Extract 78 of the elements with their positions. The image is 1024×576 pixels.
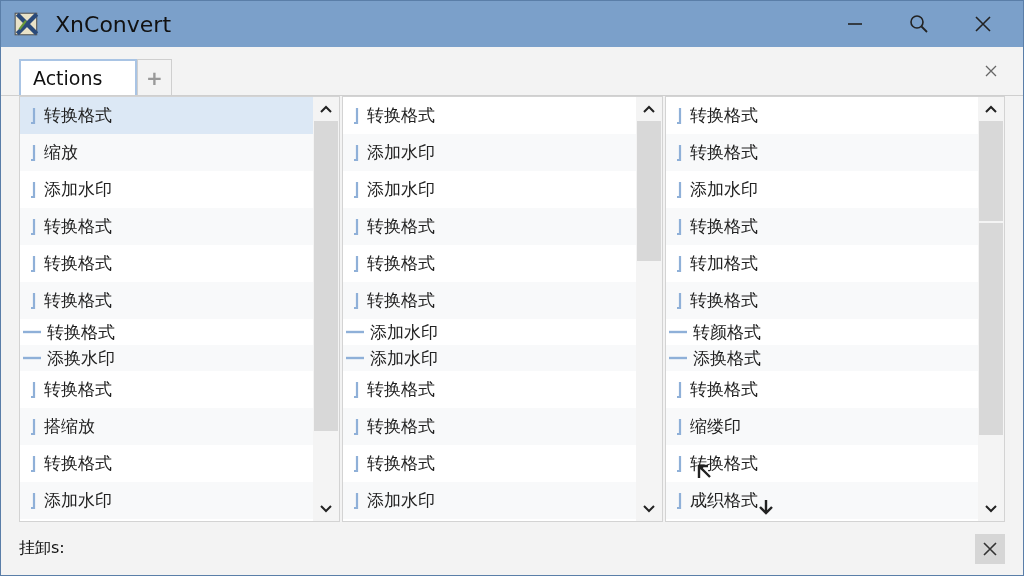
tab[interactable]: Actions bbox=[19, 59, 137, 95]
dash-icon bbox=[23, 330, 41, 334]
bar-icon bbox=[30, 291, 38, 310]
bar-icon bbox=[352, 454, 361, 473]
bar-icon bbox=[352, 291, 361, 310]
bar-icon bbox=[675, 254, 684, 273]
scroll-thumb[interactable] bbox=[979, 121, 1003, 221]
scroll-thumb[interactable] bbox=[979, 223, 1003, 435]
scroll-up-icon[interactable] bbox=[985, 105, 997, 113]
scroll-thumb[interactable] bbox=[313, 121, 338, 431]
down-arrow-icon bbox=[757, 499, 774, 515]
list-item[interactable]: 成织格式 bbox=[665, 482, 978, 519]
bar-icon bbox=[352, 217, 361, 236]
list-item[interactable]: 添换格式 bbox=[665, 345, 978, 371]
close-button[interactable] bbox=[975, 533, 1005, 564]
bar-icon bbox=[352, 491, 361, 510]
list-item[interactable]: 转换格式 bbox=[665, 282, 978, 319]
scrollbar[interactable] bbox=[635, 97, 662, 521]
close-icon[interactable] bbox=[973, 14, 993, 34]
bar-icon bbox=[30, 106, 38, 125]
bar-icon bbox=[30, 454, 38, 473]
list-item[interactable]: 添加水印 bbox=[342, 345, 636, 371]
list-item[interactable]: 转换格式 bbox=[665, 208, 978, 245]
bar-icon bbox=[30, 491, 38, 510]
list-item[interactable]: 缩放 bbox=[20, 134, 313, 171]
list-item[interactable]: 添加水印 bbox=[20, 482, 313, 519]
bar-icon bbox=[675, 291, 684, 310]
bar-icon bbox=[675, 217, 684, 236]
bar-icon bbox=[352, 254, 361, 273]
list-item[interactable]: 添加水印 bbox=[342, 482, 636, 519]
scroll-thumb[interactable] bbox=[636, 121, 661, 261]
bar-icon bbox=[30, 417, 38, 436]
dash-icon bbox=[345, 356, 364, 360]
bar-icon bbox=[675, 106, 684, 125]
bar-icon bbox=[352, 380, 361, 399]
bar-icon bbox=[30, 143, 38, 162]
list-item[interactable]: 转换格式 bbox=[20, 208, 313, 245]
dash-icon bbox=[345, 330, 364, 334]
window-title: XnConvert bbox=[55, 11, 171, 37]
bar-icon bbox=[30, 380, 38, 399]
bar-icon bbox=[675, 454, 684, 473]
close-icon bbox=[983, 541, 997, 556]
list-item[interactable]: 添加水印 bbox=[342, 134, 636, 171]
scroll-down-icon[interactable] bbox=[319, 505, 332, 513]
bar-icon bbox=[352, 417, 361, 436]
list-item[interactable]: 搭缩放 bbox=[20, 408, 313, 445]
list-item[interactable]: 缩缕印 bbox=[665, 408, 978, 445]
dash-icon bbox=[23, 356, 41, 360]
app-logo-icon bbox=[13, 10, 41, 38]
scroll-down-icon[interactable] bbox=[985, 505, 997, 513]
list-item[interactable]: 转换格式 bbox=[342, 282, 636, 319]
list-item[interactable]: 转换格式 bbox=[665, 134, 978, 171]
close-icon[interactable] bbox=[985, 65, 997, 77]
bar-icon bbox=[352, 180, 361, 199]
scrollbar[interactable] bbox=[978, 97, 1004, 521]
scroll-up-icon[interactable] bbox=[319, 105, 332, 113]
bar-icon bbox=[675, 380, 684, 399]
dash-icon bbox=[668, 356, 687, 360]
scrollbar[interactable] bbox=[312, 97, 339, 521]
search-icon[interactable] bbox=[909, 14, 929, 34]
list-item[interactable]: 转换格式 bbox=[342, 408, 636, 445]
scroll-down-icon[interactable] bbox=[642, 505, 655, 513]
bar-icon bbox=[675, 491, 684, 510]
bar-icon bbox=[30, 217, 38, 236]
bar-icon bbox=[30, 254, 38, 273]
bar-icon bbox=[352, 106, 361, 125]
list-item[interactable]: 转换格式 bbox=[20, 282, 313, 319]
bar-icon bbox=[675, 180, 684, 199]
bar-icon bbox=[30, 180, 38, 199]
scroll-up-icon[interactable] bbox=[642, 105, 655, 113]
dash-icon bbox=[668, 330, 687, 334]
list-item[interactable]: 转换格式 bbox=[342, 208, 636, 245]
status-label: 挂卸s: bbox=[19, 538, 65, 559]
list-item[interactable]: 添换水印 bbox=[20, 345, 313, 371]
bar-icon bbox=[352, 143, 361, 162]
list-item[interactable]: 转换格式 bbox=[20, 97, 313, 134]
bar-icon bbox=[675, 143, 684, 162]
bar-icon bbox=[675, 417, 684, 436]
